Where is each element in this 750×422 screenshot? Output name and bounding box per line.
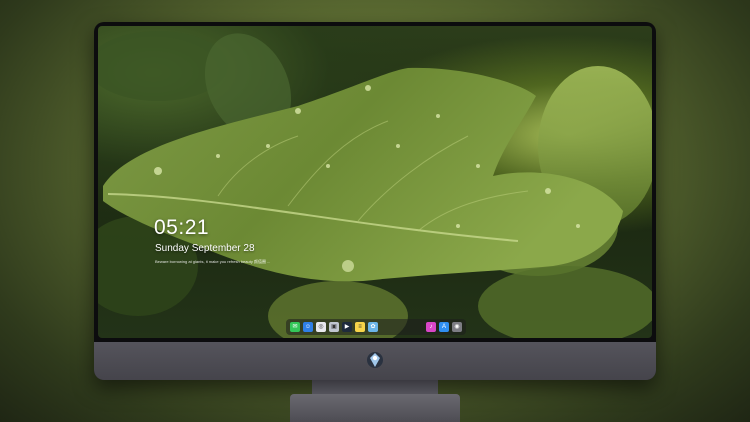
brand-logo-icon <box>367 352 383 368</box>
monitor-stand-neck <box>312 380 438 394</box>
dock: ✉ ☺ ◎ ▣ ▶ ≡ ✿ ♪ A ◉ <box>286 319 466 335</box>
preview-icon[interactable]: ▣ <box>329 322 339 332</box>
lock-screen-date: Sunday September 28 <box>155 243 255 254</box>
music-icon[interactable]: ♪ <box>426 322 436 332</box>
photos-icon[interactable]: ✿ <box>368 322 378 332</box>
final-cut-icon[interactable]: ▶ <box>342 322 352 332</box>
finder-icon[interactable]: ☺ <box>303 322 313 332</box>
lock-screen-tagline: Beware borrowing at giants, it make you … <box>155 259 271 264</box>
lock-screen[interactable]: 05:21 Sunday September 28 Beware borrowi… <box>98 26 652 338</box>
safari-icon[interactable]: ◎ <box>316 322 326 332</box>
app-store-icon[interactable]: A <box>439 322 449 332</box>
notes-icon[interactable]: ≡ <box>355 322 365 332</box>
messages-icon[interactable]: ✉ <box>290 322 300 332</box>
wallpaper-leaf-image <box>98 31 652 338</box>
lock-screen-clock: 05:21 <box>154 216 210 239</box>
monitor: 05:21 Sunday September 28 Beware borrowi… <box>94 22 656 380</box>
monitor-stand-base <box>290 394 460 422</box>
monitor-chin <box>94 342 656 380</box>
camera-icon[interactable]: ◉ <box>452 322 462 332</box>
